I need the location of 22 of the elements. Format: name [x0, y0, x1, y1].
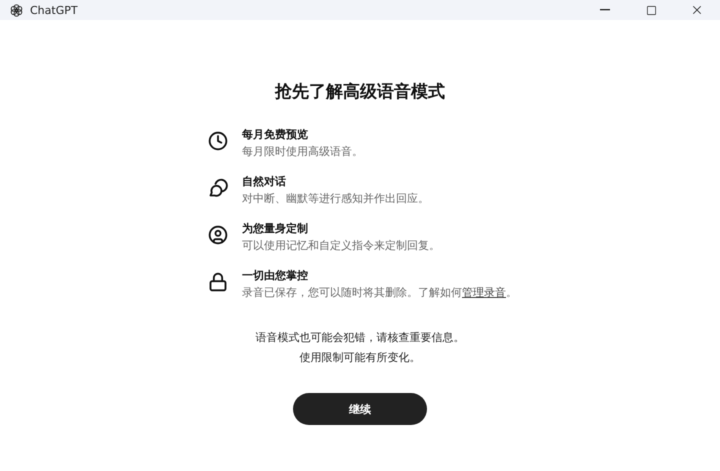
- notice-text: 语音模式也可能会犯错，请核查重要信息。: [256, 330, 464, 345]
- lock-icon: [208, 272, 228, 292]
- feature-description: 对中断、幽默等进行感知并作出回应。: [242, 191, 429, 206]
- notice-text: 使用限制可能有所变化。: [300, 350, 420, 365]
- feature-title: 一切由您掌控: [242, 268, 309, 283]
- feature-description: 可以使用记忆和自定义指令来定制回复。: [242, 238, 440, 253]
- chat-bubbles-icon: [208, 178, 228, 198]
- feature-title: 为您量身定制: [242, 221, 309, 236]
- clock-icon: [208, 131, 228, 151]
- feature-title: 自然对话: [242, 174, 287, 189]
- minimize-icon: [600, 9, 610, 11]
- close-icon: [690, 3, 704, 17]
- person-icon: [208, 225, 228, 245]
- manage-recordings-link[interactable]: 管理录音: [462, 286, 506, 299]
- continue-button[interactable]: 继续: [293, 393, 427, 425]
- window-title: ChatGPT: [30, 4, 79, 16]
- feature-description: 录音已保存，您可以随时将其删除。了解如何管理录音。: [242, 285, 517, 300]
- maximize-icon: [646, 4, 656, 16]
- heading: 抢先了解高级语音模式: [275, 81, 445, 103]
- feature-title: 每月免费预览: [242, 127, 309, 142]
- logo-icon: [10, 4, 23, 16]
- feature-description: 每月限时使用高级语音。: [242, 144, 363, 159]
